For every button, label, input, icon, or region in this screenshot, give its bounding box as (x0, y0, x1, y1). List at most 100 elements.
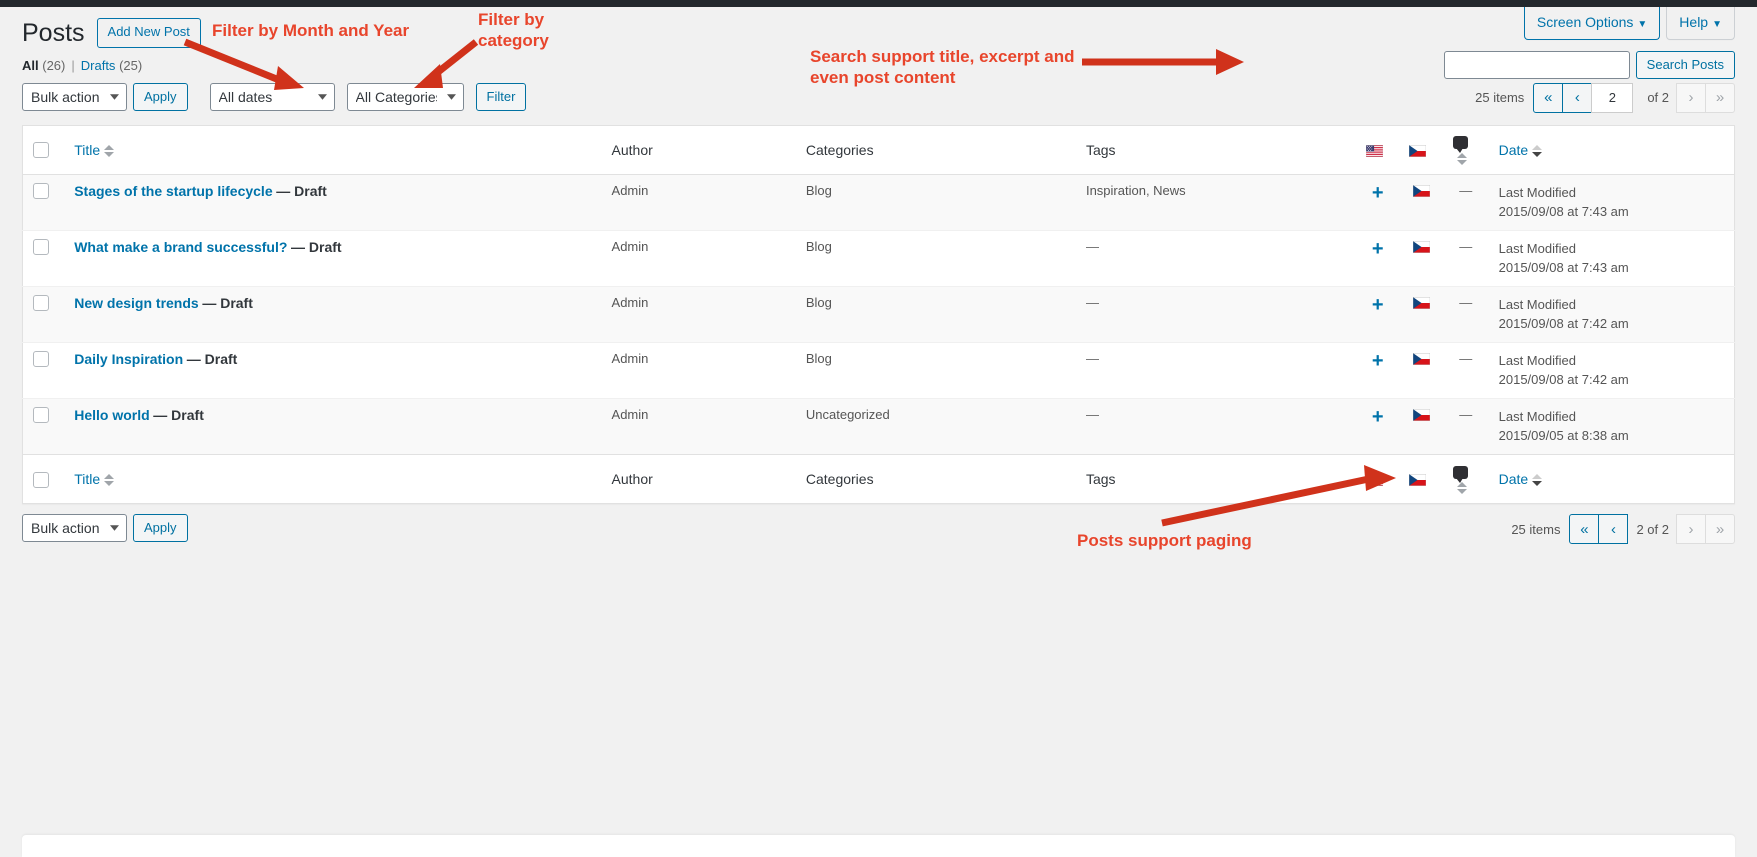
column-header-comments[interactable] (1442, 125, 1489, 175)
sort-by-date-bottom[interactable]: Date (1499, 471, 1529, 487)
tag-link[interactable]: Inspiration (1086, 183, 1146, 198)
apply-bulk-action-button-top[interactable]: Apply (133, 82, 188, 111)
post-title-link[interactable]: What make a brand successful? (74, 239, 287, 255)
current-page-input-top[interactable] (1591, 82, 1634, 113)
annotation-category: Filter by category (478, 10, 549, 51)
tags-empty: — (1085, 350, 1099, 366)
row-add-translation-cell[interactable]: + (1356, 174, 1399, 230)
comment-bubble-icon (1452, 136, 1468, 154)
post-title-link[interactable]: New design trends (74, 295, 198, 311)
row-lang-cs-cell[interactable] (1399, 229, 1443, 287)
date-status: Last Modified (1498, 184, 1576, 200)
column-footer-comments[interactable] (1442, 453, 1489, 504)
tag-link[interactable]: News (1153, 183, 1186, 198)
prev-page-button-top[interactable]: ‹ (1562, 82, 1593, 113)
column-footer-categories: Categories (795, 453, 1076, 504)
column-header-title[interactable]: Title (64, 125, 602, 175)
bottom-bulk-actions-group: Bulk actions Apply (22, 514, 188, 543)
post-title-link[interactable]: Hello world (74, 407, 149, 423)
sort-by-title-bottom[interactable]: Title (74, 471, 100, 487)
row-comments-cell: — (1442, 341, 1489, 399)
row-date-cell: Last Modified 2015/09/05 at 8:38 am (1488, 397, 1735, 455)
view-drafts-link[interactable]: Drafts (81, 58, 116, 73)
add-new-post-button[interactable]: Add New Post (96, 18, 201, 49)
date-value: 2015/09/08 at 7:42 am (1498, 372, 1629, 388)
row-add-translation-cell[interactable]: + (1356, 229, 1400, 287)
author-link[interactable]: Admin (612, 295, 649, 310)
category-link[interactable]: Blog (806, 239, 832, 254)
plus-icon[interactable]: + (1372, 295, 1384, 315)
comments-count: — (1459, 182, 1473, 198)
screen-options-button[interactable]: Screen Options ▼ (1523, 7, 1661, 40)
view-all-link[interactable]: All (22, 58, 39, 73)
search-posts-button[interactable]: Search Posts (1635, 50, 1735, 79)
row-author-cell: Admin (601, 229, 796, 287)
table-row: New design trends — Draft Admin Blog — +… (22, 285, 1735, 343)
post-title-link[interactable]: Daily Inspiration (74, 351, 183, 367)
author-link[interactable]: Admin (612, 407, 649, 422)
date-value: 2015/09/05 at 8:38 am (1498, 428, 1629, 444)
category-link[interactable]: Uncategorized (806, 407, 890, 422)
sort-indicator-icon (1532, 144, 1543, 158)
select-all-checkbox-top[interactable] (33, 142, 49, 159)
row-title-cell: New design trends — Draft (64, 285, 602, 343)
row-lang-cs-cell[interactable] (1399, 397, 1443, 455)
table-row: What make a brand successful? — Draft Ad… (22, 229, 1735, 287)
sort-by-title-top[interactable]: Title (74, 142, 100, 158)
views-separator: | (71, 57, 75, 73)
row-checkbox[interactable] (33, 407, 49, 424)
column-header-date[interactable]: Date (1488, 125, 1735, 175)
plus-icon[interactable]: + (1372, 407, 1384, 427)
select-all-checkbox-bottom[interactable] (33, 471, 49, 488)
tags-empty: — (1085, 294, 1099, 310)
posts-table-body: Stages of the startup lifecycle — Draft … (22, 174, 1735, 455)
comments-count: — (1459, 238, 1473, 254)
row-date-cell: Last Modified 2015/09/08 at 7:42 am (1488, 285, 1735, 343)
first-page-button-top[interactable]: « (1533, 82, 1564, 113)
row-lang-cs-cell[interactable] (1399, 341, 1443, 399)
search-input[interactable] (1443, 50, 1630, 79)
row-checkbox[interactable] (33, 295, 49, 312)
bulk-actions-select-top[interactable]: Bulk actions (22, 82, 127, 111)
view-drafts[interactable]: Drafts (25) (81, 58, 142, 73)
filter-button[interactable]: Filter (475, 82, 527, 111)
plus-icon[interactable]: + (1372, 239, 1384, 259)
plus-icon[interactable]: + (1372, 351, 1384, 371)
row-categories-cell: Blog (795, 285, 1076, 343)
author-link[interactable]: Admin (612, 351, 649, 366)
bulk-actions-select-bottom[interactable]: Bulk actions (22, 514, 127, 543)
sort-by-date-top[interactable]: Date (1499, 142, 1529, 158)
row-add-translation-cell[interactable]: + (1356, 341, 1400, 399)
row-checkbox[interactable] (33, 239, 49, 256)
column-header-lang-en (1356, 125, 1400, 175)
post-state: — Draft (186, 350, 238, 367)
column-footer-date[interactable]: Date (1488, 453, 1735, 504)
first-page-button-bottom[interactable]: « (1569, 514, 1600, 545)
dates-filter-select[interactable]: All dates (209, 82, 335, 111)
row-title-cell: What make a brand successful? — Draft (64, 229, 602, 287)
prev-page-button-bottom[interactable]: ‹ (1598, 514, 1629, 545)
row-checkbox[interactable] (33, 183, 49, 200)
table-header-row: Title Author Categories Tags Date (22, 125, 1735, 175)
plus-icon[interactable]: + (1372, 183, 1384, 203)
row-lang-cs-cell[interactable] (1399, 174, 1442, 230)
apply-bulk-action-button-bottom[interactable]: Apply (133, 514, 188, 543)
view-all[interactable]: All (26) (22, 58, 65, 73)
category-link[interactable]: Blog (806, 295, 832, 310)
select-all-header (22, 125, 65, 175)
author-link[interactable]: Admin (612, 183, 649, 198)
table-row: Stages of the startup lifecycle — Draft … (22, 174, 1735, 231)
row-lang-cs-cell[interactable] (1399, 285, 1443, 343)
row-checkbox[interactable] (33, 351, 49, 368)
category-link[interactable]: Blog (806, 351, 832, 366)
help-button[interactable]: Help ▼ (1666, 7, 1735, 40)
post-title-link[interactable]: Stages of the startup lifecycle (74, 183, 272, 199)
categories-filter-select[interactable]: All Categories (346, 82, 464, 111)
row-add-translation-cell[interactable]: + (1356, 397, 1400, 455)
column-footer-title[interactable]: Title (64, 453, 602, 504)
column-footer-lang-en (1356, 453, 1400, 504)
column-footer-lang-cs (1399, 453, 1443, 504)
category-link[interactable]: Blog (806, 183, 832, 198)
row-add-translation-cell[interactable]: + (1356, 285, 1400, 343)
author-link[interactable]: Admin (612, 239, 649, 254)
